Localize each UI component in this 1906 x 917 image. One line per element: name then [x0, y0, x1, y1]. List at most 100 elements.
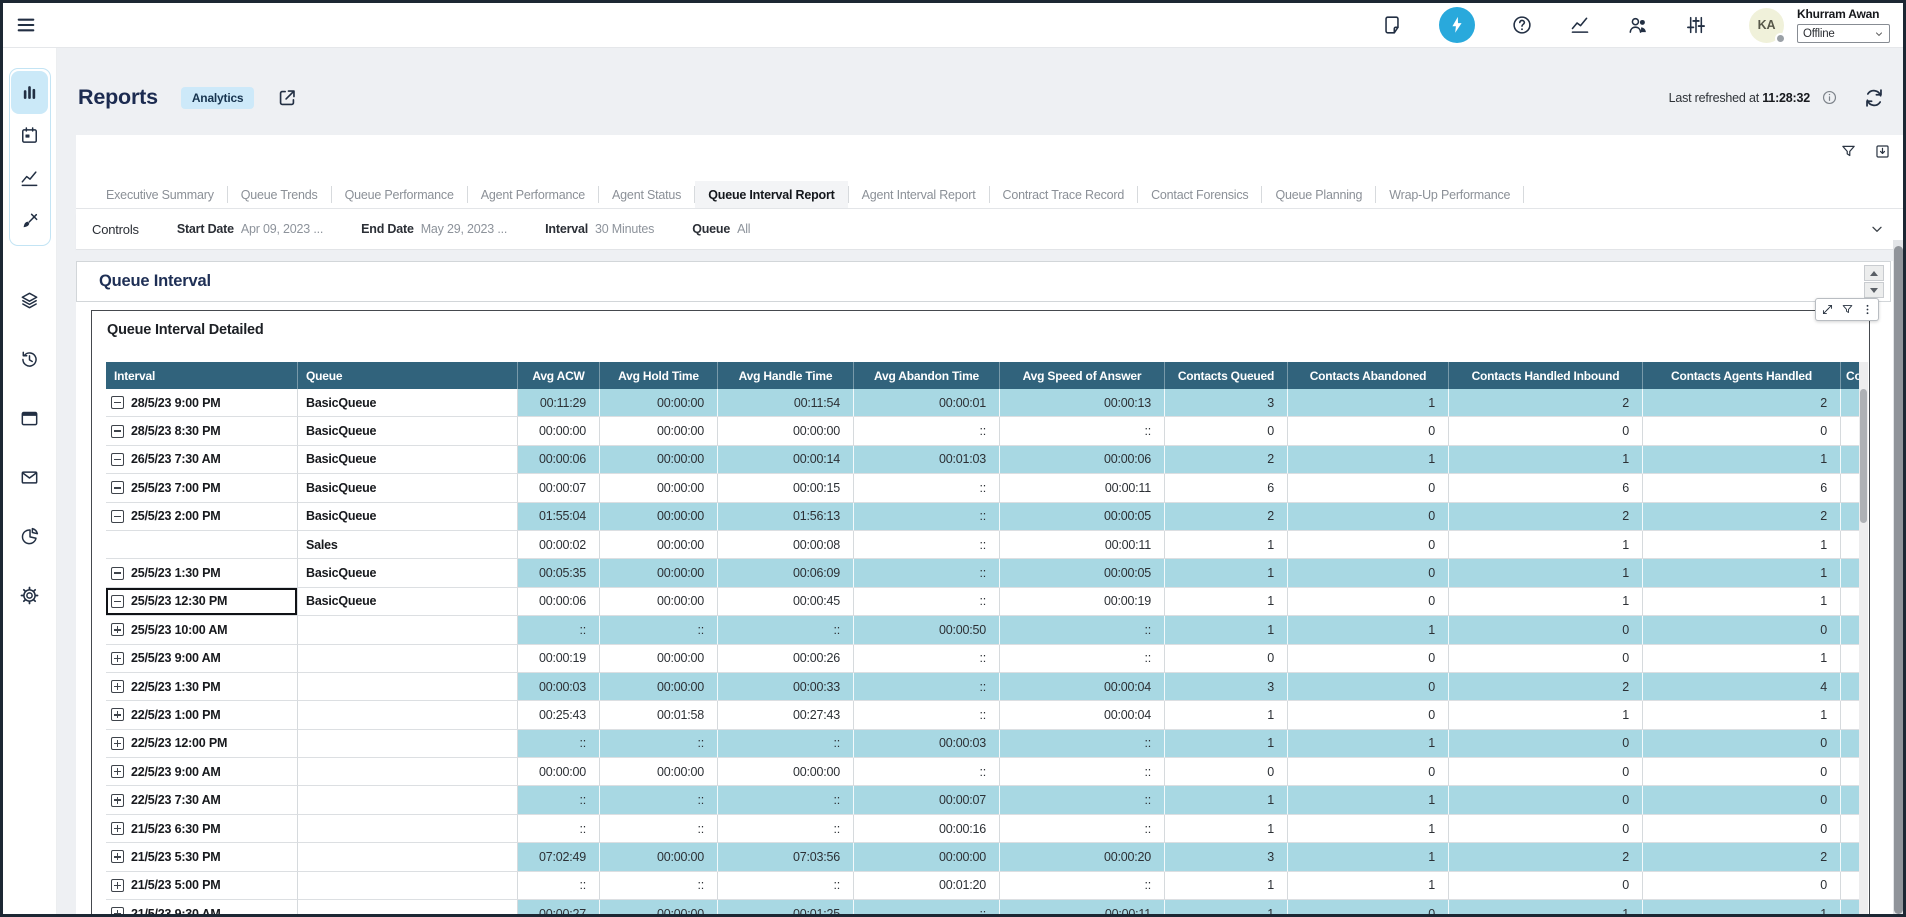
tab-contact-forensics[interactable]: Contact Forensics	[1138, 181, 1261, 208]
value-cell[interactable]: 0	[1643, 730, 1841, 758]
value-cell[interactable]: 00:00:00	[718, 417, 854, 445]
value-cell[interactable]: ::	[600, 616, 718, 644]
value-cell[interactable]: ::	[854, 474, 1000, 502]
control-end-date[interactable]: End DateMay 29, 2023 ...	[361, 222, 507, 236]
tab-agent-status[interactable]: Agent Status	[599, 181, 694, 208]
sidebar-item-line-chart[interactable]	[11, 157, 48, 200]
value-cell[interactable]: 00:00:00	[600, 474, 718, 502]
queue-cell[interactable]	[298, 758, 518, 786]
value-cell[interactable]: ::	[718, 872, 854, 900]
tab-queue-performance[interactable]: Queue Performance	[332, 181, 467, 208]
value-cell[interactable]: 2	[1165, 446, 1288, 474]
expand-icon[interactable]	[111, 737, 124, 750]
value-cell[interactable]: 1	[1643, 588, 1841, 616]
col-co[interactable]: Co	[1841, 362, 1859, 389]
value-cell[interactable]: 1	[1449, 531, 1643, 559]
status-select[interactable]: Offline	[1797, 24, 1890, 43]
value-cell[interactable]: 00:11:54	[718, 389, 854, 417]
value-cell[interactable]: 00:27:43	[718, 701, 854, 729]
external-link-icon[interactable]	[276, 87, 298, 109]
value-cell[interactable]: ::	[600, 786, 718, 814]
value-cell[interactable]: 1	[1449, 588, 1643, 616]
value-cell[interactable]: ::	[518, 616, 600, 644]
value-cell[interactable]: 00:00:00	[718, 758, 854, 786]
value-cell[interactable]: 2	[1643, 503, 1841, 531]
kebab-icon[interactable]	[1861, 303, 1874, 316]
interval-cell[interactable]: 22/5/23 7:30 AM	[106, 786, 298, 814]
value-cell[interactable]: 00:00:27	[518, 900, 600, 917]
expand-icon[interactable]	[111, 708, 124, 721]
value-cell[interactable]: 0	[1643, 872, 1841, 900]
tab-executive-summary[interactable]: Executive Summary	[93, 181, 227, 208]
value-cell[interactable]: 1	[1165, 531, 1288, 559]
value-cell[interactable]: 00:00:00	[600, 758, 718, 786]
value-cell[interactable]: 1	[1288, 616, 1449, 644]
value-cell[interactable]: 1	[1165, 786, 1288, 814]
value-cell[interactable]: 1	[1165, 616, 1288, 644]
expand-icon[interactable]	[111, 907, 124, 917]
interval-cell[interactable]: 22/5/23 1:00 PM	[106, 701, 298, 729]
value-cell[interactable]: 00:00:04	[1000, 673, 1165, 701]
value-cell[interactable]: ::	[854, 645, 1000, 673]
value-cell[interactable]: 0	[1449, 815, 1643, 843]
col-avg-handle-time[interactable]: Avg Handle Time	[718, 362, 854, 389]
value-cell[interactable]: 1	[1643, 900, 1841, 917]
value-cell[interactable]: 6	[1165, 474, 1288, 502]
control-start-date[interactable]: Start DateApr 09, 2023 ...	[177, 222, 323, 236]
value-cell[interactable]: 00:25:43	[518, 701, 600, 729]
value-cell[interactable]: 00:01:58	[600, 701, 718, 729]
hamburger-icon[interactable]	[15, 14, 37, 36]
value-cell[interactable]: 0	[1288, 588, 1449, 616]
value-cell[interactable]: ::	[1000, 645, 1165, 673]
value-cell[interactable]: 00:00:15	[718, 474, 854, 502]
value-cell[interactable]: 0	[1288, 417, 1449, 445]
value-cell[interactable]: 00:00:00	[600, 559, 718, 587]
value-cell[interactable]: 00:00:16	[854, 815, 1000, 843]
value-cell[interactable]: 0	[1449, 786, 1643, 814]
tab-queue-interval-report[interactable]: Queue Interval Report	[695, 181, 847, 208]
interval-cell[interactable]: 28/5/23 9:00 PM	[106, 389, 298, 417]
value-cell[interactable]: 00:05:35	[518, 559, 600, 587]
note-icon[interactable]	[1381, 14, 1403, 36]
interval-cell[interactable]: 25/5/23 12:30 PM	[106, 588, 298, 616]
value-cell[interactable]: 2	[1643, 843, 1841, 871]
value-cell[interactable]: 2	[1165, 503, 1288, 531]
value-cell[interactable]: 00:00:26	[718, 645, 854, 673]
value-cell[interactable]: 00:00:04	[1000, 701, 1165, 729]
queue-cell[interactable]	[298, 616, 518, 644]
value-cell[interactable]: 6	[1643, 474, 1841, 502]
value-cell[interactable]: 00:00:03	[854, 730, 1000, 758]
queue-cell[interactable]: BasicQueue	[298, 474, 518, 502]
interval-cell[interactable]: 25/5/23 1:30 PM	[106, 559, 298, 587]
value-cell[interactable]: 00:00:00	[600, 446, 718, 474]
sidebar-item-window[interactable]	[11, 398, 48, 438]
value-cell[interactable]: ::	[518, 815, 600, 843]
metrics-icon[interactable]	[1569, 14, 1591, 36]
value-cell[interactable]: 00:00:05	[1000, 503, 1165, 531]
sidebar-item-mail[interactable]	[11, 457, 48, 497]
queue-cell[interactable]	[298, 843, 518, 871]
value-cell[interactable]: 0	[1288, 531, 1449, 559]
value-cell[interactable]: ::	[1000, 815, 1165, 843]
col-contacts-agents-handled[interactable]: Contacts Agents Handled	[1643, 362, 1841, 389]
value-cell[interactable]: 0	[1449, 758, 1643, 786]
tab-contract-trace-record[interactable]: Contract Trace Record	[990, 181, 1138, 208]
value-cell[interactable]: 00:00:00	[600, 843, 718, 871]
queue-cell[interactable]	[298, 673, 518, 701]
refresh-icon[interactable]	[1863, 87, 1885, 109]
value-cell[interactable]: 00:00:00	[518, 758, 600, 786]
value-cell[interactable]: ::	[854, 900, 1000, 917]
stepper-down-icon[interactable]	[1864, 282, 1884, 298]
value-cell[interactable]: 1	[1288, 389, 1449, 417]
value-cell[interactable]: 1	[1165, 730, 1288, 758]
filter-icon[interactable]	[1841, 303, 1854, 316]
collapse-icon[interactable]	[111, 595, 124, 608]
value-cell[interactable]: 1	[1449, 900, 1643, 917]
value-cell[interactable]: 00:00:13	[1000, 389, 1165, 417]
expand-icon[interactable]	[1821, 303, 1834, 316]
expand-icon[interactable]	[111, 765, 124, 778]
value-cell[interactable]: ::	[518, 872, 600, 900]
value-cell[interactable]: 1	[1449, 559, 1643, 587]
interval-cell[interactable]: 21/5/23 5:00 PM	[106, 872, 298, 900]
value-cell[interactable]: ::	[854, 701, 1000, 729]
